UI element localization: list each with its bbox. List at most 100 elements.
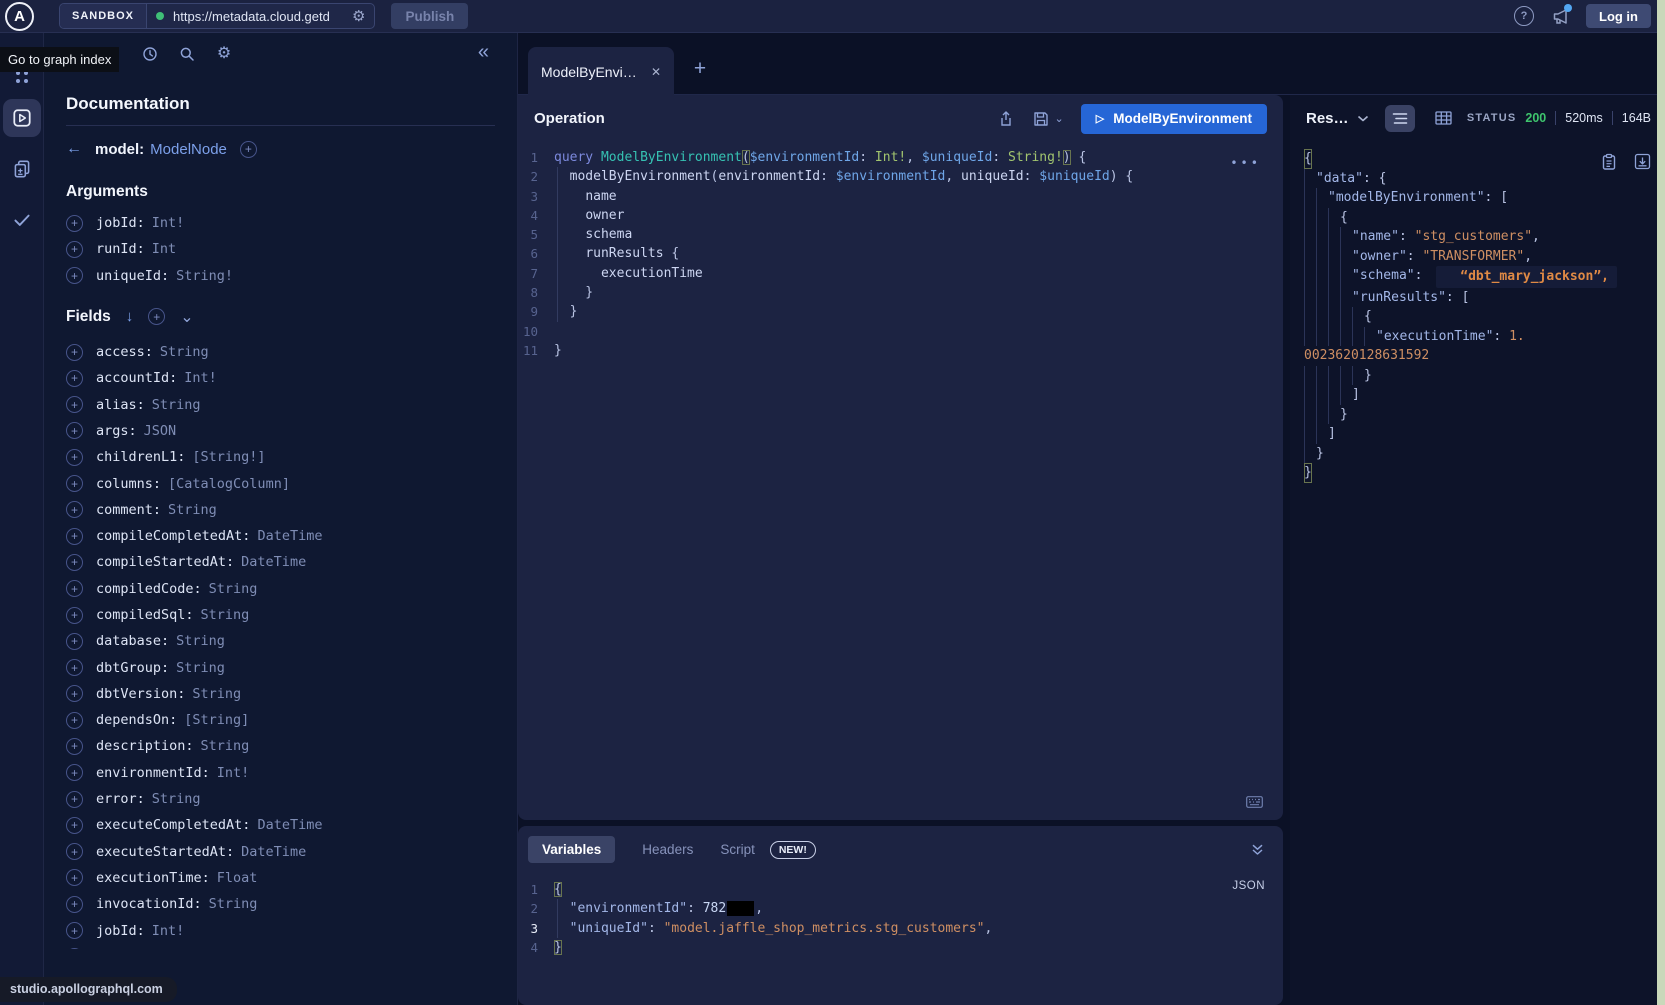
- response-json[interactable]: {"data": {"modelByEnvironment": [{"name"…: [1304, 149, 1651, 483]
- field-type[interactable]: DateTime: [257, 528, 322, 544]
- field-name[interactable]: args:: [96, 423, 137, 439]
- field-type[interactable]: DateTime: [257, 817, 322, 833]
- add-field-to-query-button[interactable]: +: [66, 501, 83, 518]
- add-field-to-query-button[interactable]: +: [66, 843, 83, 860]
- field-row[interactable]: +materializedType:String: [66, 944, 495, 949]
- field-name[interactable]: compiledSql:: [96, 607, 194, 623]
- field-row[interactable]: +compileCompletedAt:DateTime: [66, 523, 495, 549]
- graph-index-icon[interactable]: [16, 71, 28, 83]
- field-row[interactable]: +jobId:Int!: [66, 917, 495, 943]
- field-name[interactable]: invocationId:: [96, 896, 202, 912]
- field-name[interactable]: compileStartedAt:: [96, 554, 234, 570]
- endpoint-url-field[interactable]: https://metadata.cloud.getd ⚙: [147, 9, 374, 24]
- field-name[interactable]: runId:: [96, 241, 145, 257]
- field-type[interactable]: [CatalogColumn]: [168, 476, 290, 492]
- chevron-down-icon[interactable]: ⌄: [180, 307, 193, 327]
- field-type[interactable]: Int!: [184, 370, 217, 386]
- field-type[interactable]: [String]: [184, 712, 249, 728]
- field-row[interactable]: + jobId: Int!: [66, 210, 495, 236]
- endpoint-settings-gear-icon[interactable]: ⚙: [352, 9, 365, 24]
- field-type[interactable]: Int!: [152, 923, 185, 939]
- tab-script[interactable]: Script: [720, 842, 755, 857]
- help-icon[interactable]: ?: [1514, 6, 1534, 26]
- field-row[interactable]: + compileStartedAt: DateTime: [66, 549, 495, 575]
- field-name[interactable]: columns:: [96, 476, 161, 492]
- field-row[interactable]: +uniqueId:String!: [66, 263, 495, 289]
- field-type[interactable]: String: [201, 607, 250, 623]
- add-field-to-query-button[interactable]: +: [66, 948, 83, 949]
- field-type[interactable]: String!: [176, 268, 233, 284]
- field-type[interactable]: String: [209, 581, 258, 597]
- add-field-to-query-button[interactable]: +: [66, 215, 83, 232]
- share-operation-icon[interactable]: [997, 110, 1015, 128]
- field-name[interactable]: comment:: [96, 502, 161, 518]
- add-field-to-query-button[interactable]: +: [66, 685, 83, 702]
- doc-type-link[interactable]: ModelNode: [150, 141, 227, 158]
- add-field-to-query-button[interactable]: +: [66, 712, 83, 729]
- field-name[interactable]: dbtGroup:: [96, 660, 169, 676]
- field-type[interactable]: Int!: [217, 765, 250, 781]
- field-type[interactable]: String: [192, 686, 241, 702]
- field-type[interactable]: Float: [217, 870, 258, 886]
- add-field-to-query-button[interactable]: +: [66, 241, 83, 258]
- apollo-logo-icon[interactable]: A: [5, 2, 34, 31]
- field-name[interactable]: executeStartedAt:: [96, 844, 234, 860]
- field-name[interactable]: compiledCode:: [96, 581, 202, 597]
- add-field-to-query-button[interactable]: +: [66, 344, 83, 361]
- field-type[interactable]: DateTime: [241, 844, 306, 860]
- add-field-to-query-button[interactable]: +: [66, 580, 83, 597]
- add-field-to-query-button[interactable]: +: [66, 764, 83, 781]
- field-row[interactable]: +executionTime:Float: [66, 865, 495, 891]
- field-type[interactable]: String: [160, 344, 209, 360]
- endpoint-url[interactable]: https://metadata.cloud.getd: [173, 9, 343, 24]
- add-field-to-query-button[interactable]: +: [66, 817, 83, 834]
- field-row[interactable]: + executeCompletedAt: DateTime: [66, 812, 495, 838]
- field-type[interactable]: String: [152, 397, 201, 413]
- field-row[interactable]: +dbtGroup:String: [66, 654, 495, 680]
- add-field-to-query-button[interactable]: +: [66, 791, 83, 808]
- add-field-to-query-button[interactable]: +: [66, 869, 83, 886]
- add-field-to-query-button[interactable]: +: [66, 449, 83, 466]
- field-type[interactable]: String: [201, 738, 250, 754]
- add-field-to-query-button[interactable]: +: [66, 475, 83, 492]
- field-name[interactable]: compileCompletedAt:: [96, 528, 250, 544]
- field-row[interactable]: + compiledSql: String: [66, 602, 495, 628]
- field-type[interactable]: String: [176, 660, 225, 676]
- explorer-nav-button[interactable]: [3, 99, 41, 137]
- field-name[interactable]: jobId:: [96, 215, 145, 231]
- field-type[interactable]: JSON: [144, 423, 177, 439]
- add-field-to-query-button[interactable]: +: [66, 267, 83, 284]
- field-name[interactable]: accountId:: [96, 370, 177, 386]
- field-row[interactable]: +childrenL1:[String!]: [66, 444, 495, 470]
- field-row[interactable]: + dbtVersion: String: [66, 681, 495, 707]
- tab-headers[interactable]: Headers: [642, 842, 693, 857]
- history-icon[interactable]: [141, 45, 159, 63]
- field-row[interactable]: +accountId:Int!: [66, 365, 495, 391]
- field-name[interactable]: database:: [96, 633, 169, 649]
- sort-fields-icon[interactable]: ↓: [126, 308, 134, 325]
- operation-tab[interactable]: ModelByEnvi… ✕: [528, 47, 674, 96]
- table-view-button[interactable]: [1429, 105, 1459, 132]
- field-type[interactable]: Int!: [152, 215, 185, 231]
- field-row[interactable]: + columns: [CatalogColumn]: [66, 470, 495, 496]
- field-type[interactable]: DateTime: [241, 554, 306, 570]
- new-tab-button[interactable]: +: [688, 57, 712, 81]
- add-field-to-query-button[interactable]: +: [66, 554, 83, 571]
- field-row[interactable]: + executeStartedAt: DateTime: [66, 839, 495, 865]
- response-dropdown-chevron-icon[interactable]: [1357, 115, 1369, 123]
- field-row[interactable]: +alias:String: [66, 391, 495, 417]
- field-type[interactable]: String: [209, 896, 258, 912]
- add-field-to-query-button[interactable]: +: [66, 607, 83, 624]
- field-row[interactable]: +dependsOn:[String]: [66, 707, 495, 733]
- field-name[interactable]: dbtVersion:: [96, 686, 185, 702]
- response-title[interactable]: Res…: [1306, 110, 1349, 127]
- field-name[interactable]: executeCompletedAt:: [96, 817, 250, 833]
- field-type[interactable]: String: [152, 791, 201, 807]
- save-chevron-icon[interactable]: ⌄: [1055, 112, 1064, 125]
- field-type[interactable]: String: [168, 502, 217, 518]
- back-arrow-icon[interactable]: ←: [66, 140, 82, 158]
- field-name[interactable]: environmentId:: [96, 765, 210, 781]
- add-field-to-query-button[interactable]: +: [66, 738, 83, 755]
- add-field-to-query-button[interactable]: +: [66, 633, 83, 650]
- add-field-to-query-button[interactable]: +: [66, 396, 83, 413]
